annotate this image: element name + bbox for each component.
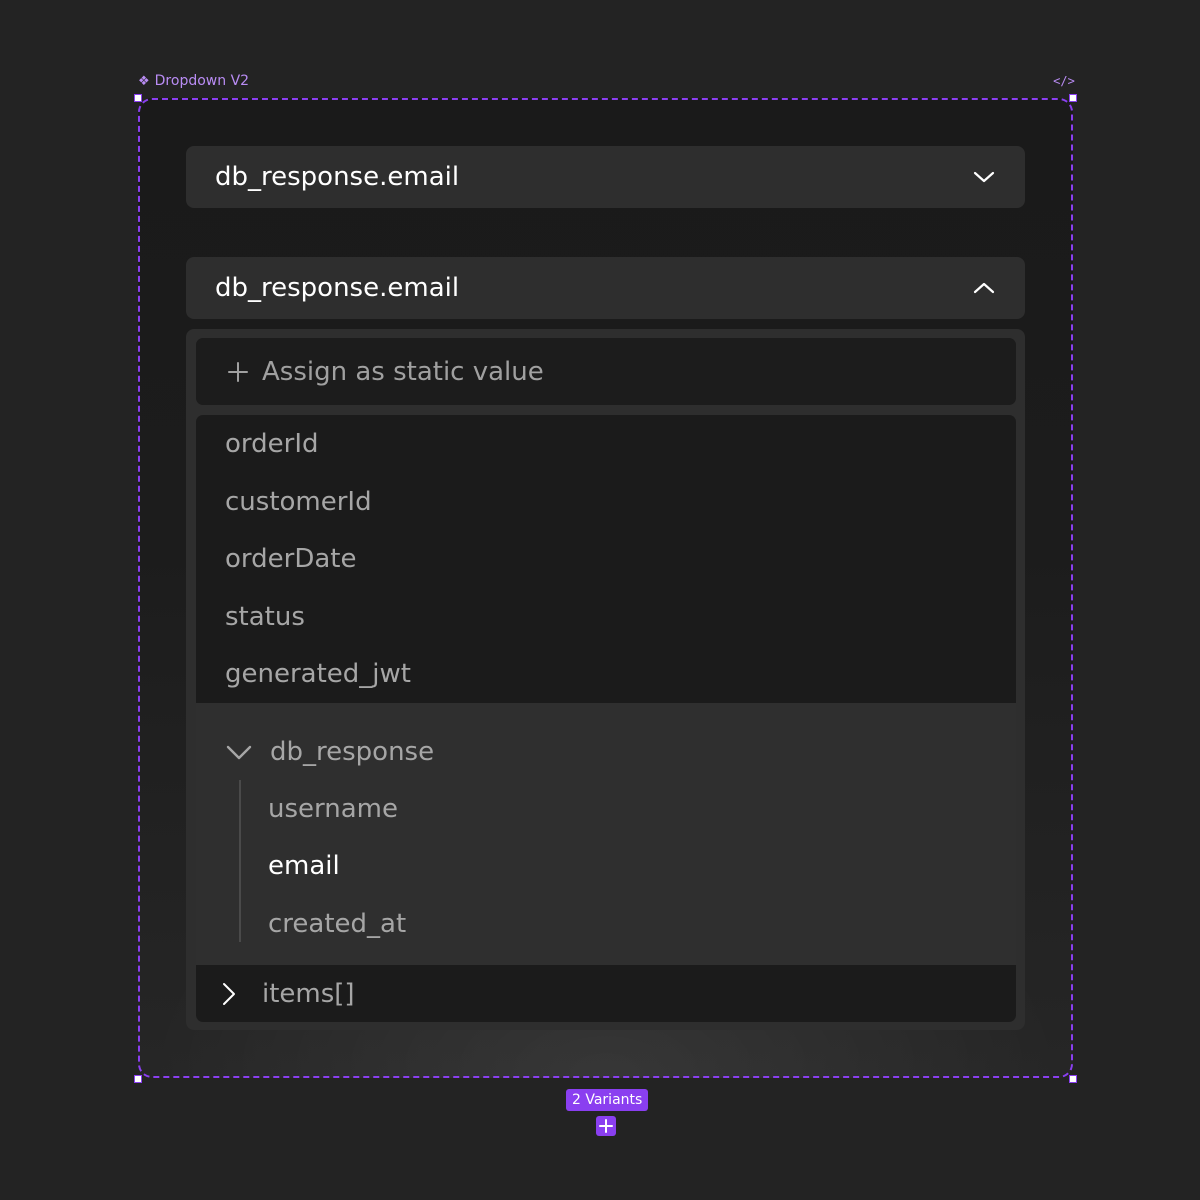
dropdown-open-value: db_response.email <box>215 273 460 303</box>
list-item-label: orderId <box>225 429 319 459</box>
frame-name: Dropdown V2 <box>154 73 250 89</box>
list-item[interactable]: customerId <box>225 473 985 531</box>
child-item-label: email <box>268 851 340 881</box>
child-item-username[interactable]: username <box>268 780 968 838</box>
group-items-label: items[] <box>262 978 355 1009</box>
list-item-label: status <box>225 602 305 632</box>
list-item[interactable]: status <box>225 588 985 646</box>
list-item[interactable]: orderDate <box>225 530 985 588</box>
add-variant-button[interactable] <box>596 1116 616 1136</box>
list-item[interactable]: orderId <box>225 415 985 473</box>
variants-badge[interactable]: 2 Variants <box>566 1089 649 1111</box>
child-item-email[interactable]: email <box>268 837 968 895</box>
dropdown-open[interactable]: db_response.email <box>186 257 1025 319</box>
resize-handle-bottom-left[interactable] <box>134 1075 142 1083</box>
variants-label: 2 Variants <box>572 1092 643 1108</box>
group-db-response-toggle[interactable]: db_response <box>225 723 985 781</box>
resize-handle-top-right[interactable] <box>1069 94 1077 102</box>
chevron-right-icon <box>223 982 235 1005</box>
plus-icon <box>228 361 248 382</box>
child-item-label: created_at <box>268 909 407 939</box>
resize-handle-bottom-right[interactable] <box>1069 1075 1077 1083</box>
group-db-response: db_response username email created_at <box>196 703 1016 965</box>
chevron-down-icon <box>226 745 252 760</box>
child-item-created-at[interactable]: created_at <box>268 895 968 953</box>
dropdown-closed[interactable]: db_response.email <box>186 146 1025 208</box>
dropdown-closed-value: db_response.email <box>215 162 460 192</box>
child-item-label: username <box>268 794 398 824</box>
assign-static-value-button[interactable]: Assign as static value <box>196 338 1016 405</box>
chevron-up-icon <box>973 282 995 294</box>
assign-static-value-label: Assign as static value <box>262 356 544 387</box>
tree-guide-line <box>239 780 241 942</box>
dropdown-menu: Assign as static value orderId customerI… <box>186 329 1025 1030</box>
list-item[interactable]: generated_jwt <box>225 645 985 703</box>
code-icon[interactable]: </> <box>1053 71 1075 91</box>
group-items-toggle[interactable]: items[] <box>218 965 978 1022</box>
list-item-label: orderDate <box>225 544 357 574</box>
resize-handle-top-left[interactable] <box>134 94 142 102</box>
component-icon: ❖ <box>138 73 150 89</box>
frame-label[interactable]: ❖ Dropdown V2 <box>138 71 249 91</box>
plus-icon <box>599 1119 613 1133</box>
list-item-label: generated_jwt <box>225 659 411 689</box>
chevron-down-icon <box>973 171 995 183</box>
list-item-label: customerId <box>225 487 372 517</box>
group-db-response-label: db_response <box>270 737 435 767</box>
options-list: orderId customerId orderDate status gene… <box>196 415 1016 1022</box>
